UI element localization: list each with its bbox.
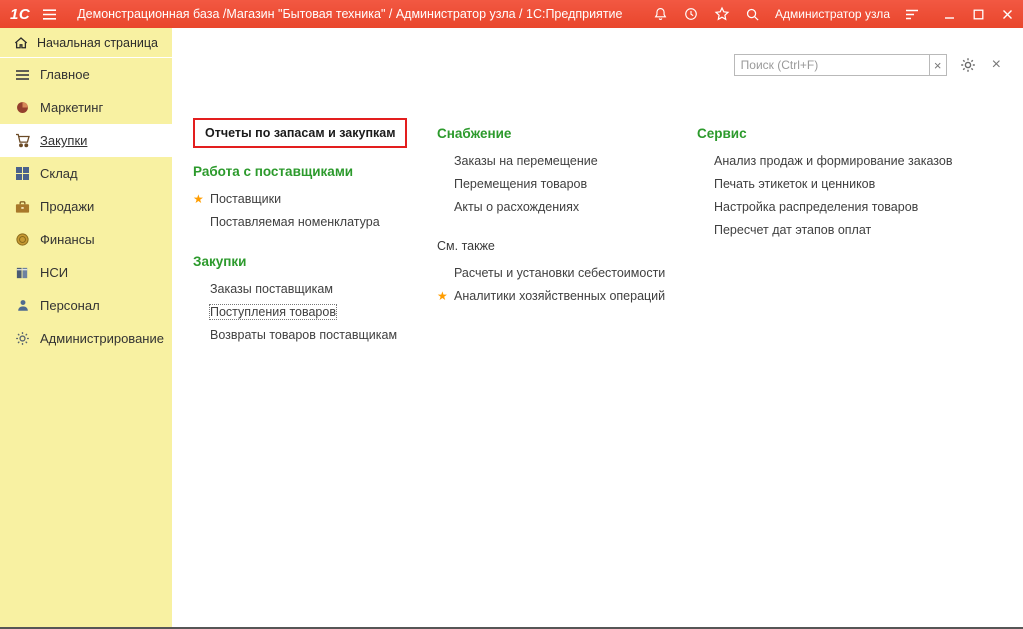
column-2: Снабжение Заказы на перемещение Перемеще… (437, 118, 697, 312)
sidebar-item-finance[interactable]: Финансы (0, 223, 172, 256)
sidebar-item-personnel[interactable]: Персонал (0, 289, 172, 322)
sidebar-item-main[interactable]: Главное (0, 58, 172, 91)
notifications-bell-icon[interactable] (653, 6, 668, 22)
group-title-service: Сервис (697, 126, 1015, 141)
menu-lines-icon (14, 69, 31, 81)
group-title-supply: Снабжение (437, 126, 697, 141)
link-payment-dates-recalc[interactable]: Пересчет дат этапов оплат (697, 219, 1015, 242)
settings-gear-icon[interactable] (960, 57, 976, 73)
panel-tools: × × (734, 54, 1001, 76)
1c-logo: 1С (10, 6, 30, 23)
group-title-see-also: См. также (437, 239, 697, 253)
sidebar-item-sales[interactable]: Продажи (0, 190, 172, 223)
favorites-star-icon[interactable] (714, 6, 730, 22)
link-sales-analysis[interactable]: Анализ продаж и формирование заказов (697, 150, 1015, 173)
functions-content: Отчеты по запасам и закупкам Работа с по… (193, 118, 1015, 351)
link-supplied-nomenclature[interactable]: Поставляемая номенклатура (193, 211, 437, 234)
group-see-also: См. также Расчеты и установки себестоимо… (437, 239, 697, 308)
link-suppliers[interactable]: ★ Поставщики (193, 188, 437, 211)
sidebar-home-label: Начальная страница (37, 36, 158, 50)
marketing-pie-icon (14, 100, 31, 115)
link-business-operation-analytics[interactable]: ★ Аналитики хозяйственных операций (437, 285, 697, 308)
minimize-button[interactable] (944, 9, 955, 20)
sidebar-item-home[interactable]: Начальная страница (0, 28, 172, 58)
search-icon[interactable] (745, 7, 760, 22)
maximize-button[interactable] (973, 9, 984, 20)
search-input[interactable] (734, 54, 930, 76)
warehouse-boxes-icon (14, 166, 31, 181)
group-service: Сервис Анализ продаж и формирование зака… (697, 126, 1015, 242)
link-returns-to-suppliers[interactable]: Возвраты товаров поставщикам (193, 324, 437, 347)
panel-close-button[interactable]: × (992, 57, 1001, 73)
favorite-star-icon: ★ (437, 285, 454, 308)
group-title-purchases: Закупки (193, 254, 437, 269)
link-orders-to-suppliers[interactable]: Заказы поставщикам (193, 278, 437, 301)
shopping-cart-icon (14, 133, 31, 148)
link-goods-receipts[interactable]: Поступления товаров (193, 301, 437, 324)
sidebar-item-administration[interactable]: Администрирование (0, 322, 172, 355)
group-supply: Снабжение Заказы на перемещение Перемеще… (437, 126, 697, 219)
link-label-printing[interactable]: Печать этикеток и ценников (697, 173, 1015, 196)
group-purchases: Закупки Заказы поставщикам Поступления т… (193, 254, 437, 347)
window-title: Демонстрационная база /Магазин "Бытовая … (77, 7, 622, 21)
finance-coin-icon (14, 232, 31, 247)
gear-icon (14, 331, 31, 346)
titlebar: 1С Демонстрационная база /Магазин "Бытов… (0, 0, 1023, 28)
current-user-label: Администратор узла (775, 7, 890, 21)
app-window: 1С Демонстрационная база /Магазин "Бытов… (0, 0, 1023, 629)
close-button[interactable] (1002, 9, 1013, 20)
panels-toggle-icon[interactable] (905, 8, 919, 21)
history-icon[interactable] (683, 6, 699, 22)
link-inventory-purchase-reports[interactable]: Отчеты по запасам и закупкам (193, 118, 407, 148)
favorite-star-icon: ★ (193, 188, 210, 211)
person-icon (14, 298, 31, 313)
link-transfer-orders[interactable]: Заказы на перемещение (437, 150, 697, 173)
sections-sidebar: Начальная страница Главное Маркетинг (0, 28, 172, 627)
link-cost-calculations[interactable]: Расчеты и установки себестоимости (437, 262, 697, 285)
link-goods-transfers[interactable]: Перемещения товаров (437, 173, 697, 196)
section-functions-panel: × × Отчеты по запасам и закупкам Работа … (172, 28, 1023, 627)
search-clear-button[interactable]: × (929, 54, 947, 76)
sidebar-item-marketing[interactable]: Маркетинг (0, 91, 172, 124)
sidebar-item-nsi[interactable]: НСИ (0, 256, 172, 289)
sidebar-item-warehouse[interactable]: Склад (0, 157, 172, 190)
main-menu-icon[interactable] (42, 8, 57, 21)
sidebar-item-purchases[interactable]: Закупки (0, 124, 172, 157)
books-icon (14, 266, 31, 280)
sales-case-icon (14, 200, 31, 214)
column-3: Сервис Анализ продаж и формирование зака… (697, 118, 1015, 246)
group-suppliers: Работа с поставщиками ★ Поставщики Поста… (193, 164, 437, 234)
group-title-suppliers: Работа с поставщиками (193, 164, 437, 179)
home-icon (12, 36, 29, 49)
search-box: × (734, 54, 947, 76)
link-goods-distribution-setup[interactable]: Настройка распределения товаров (697, 196, 1015, 219)
link-discrepancy-acts[interactable]: Акты о расхождениях (437, 196, 697, 219)
column-1: Отчеты по запасам и закупкам Работа с по… (193, 118, 437, 351)
